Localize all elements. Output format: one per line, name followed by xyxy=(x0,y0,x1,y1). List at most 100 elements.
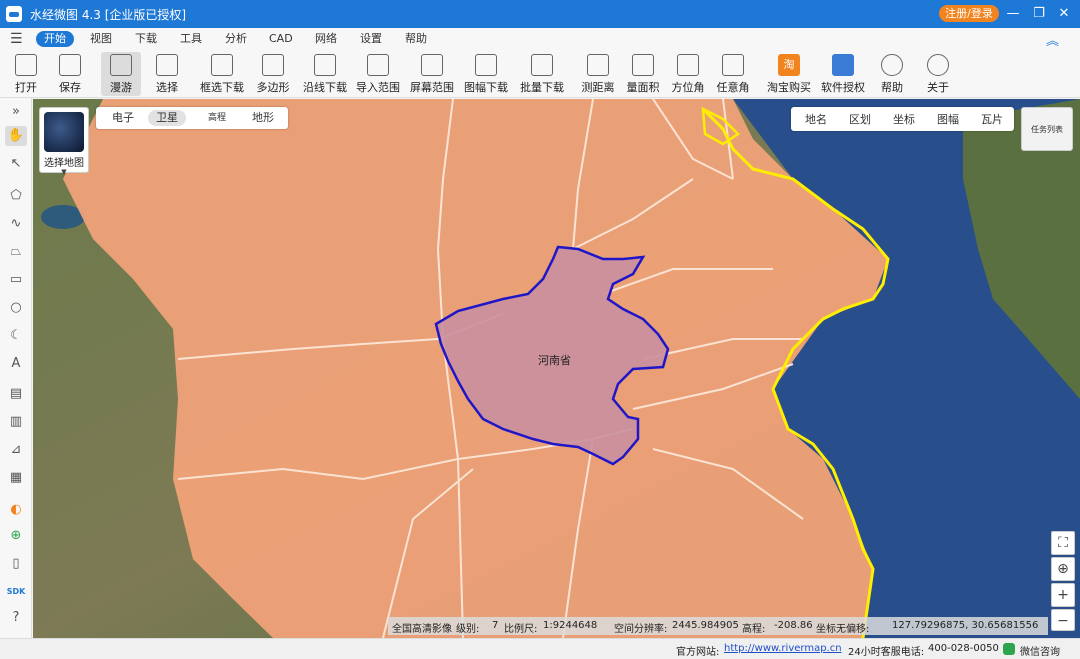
layer-coordinates[interactable]: 坐标 xyxy=(893,111,915,127)
menu-settings[interactable]: 设置 xyxy=(352,31,390,47)
chevron-down-icon: ▼ xyxy=(61,168,67,176)
rectangle-icon[interactable]: ▭ xyxy=(5,270,27,290)
locate-icon[interactable]: ⊕ xyxy=(1051,557,1075,581)
site-label: 官方网站: xyxy=(676,647,720,658)
box-download-button[interactable]: 框选下载 xyxy=(198,52,246,96)
measure-distance-button[interactable]: 测距离 xyxy=(578,52,618,96)
map-type-elevation[interactable]: 高程 xyxy=(200,110,234,126)
menu-download[interactable]: 下载 xyxy=(127,31,165,47)
menu-network[interactable]: 网络 xyxy=(307,31,345,47)
minimize-icon[interactable]: — xyxy=(1003,4,1023,24)
hand-icon[interactable]: ✋ xyxy=(5,126,27,146)
trapezoid-icon[interactable]: ⏢ xyxy=(5,242,27,262)
import-icon xyxy=(367,54,389,76)
license-button[interactable]: 软件授权 xyxy=(820,52,866,96)
polyline-draw-icon[interactable]: ∿ xyxy=(5,214,27,234)
phone-number: 400-028-0050 xyxy=(928,643,999,654)
menu-analysis[interactable]: 分析 xyxy=(217,31,255,47)
ruler-icon[interactable]: ▤ xyxy=(5,384,27,404)
task-list-button[interactable]: 任务列表 xyxy=(1021,107,1073,151)
circle-icon[interactable]: ○ xyxy=(5,298,27,318)
menu-bar: ☰ 开始 视图 下载 工具 分析 CAD 网络 设置 帮助 ︽ xyxy=(0,28,1080,50)
map-type-electronic[interactable]: 电子 xyxy=(104,110,142,126)
close-icon[interactable]: ✕ xyxy=(1054,4,1074,24)
select-button[interactable]: 选择 xyxy=(150,52,184,96)
sdk-icon[interactable]: SDK xyxy=(5,582,27,602)
hamburger-menu-icon[interactable]: ☰ xyxy=(10,31,23,47)
angle-icon[interactable]: ⊿ xyxy=(5,440,27,460)
azimuth-button[interactable]: 方位角 xyxy=(670,52,706,96)
menu-view[interactable]: 视图 xyxy=(82,31,120,47)
polyline-icon xyxy=(314,54,336,76)
resolution-value: 2445.984905 xyxy=(672,620,739,631)
text-icon[interactable]: A xyxy=(5,354,27,374)
screen-range-button[interactable]: 屏幕范围 xyxy=(408,52,456,96)
menu-tools[interactable]: 工具 xyxy=(172,31,210,47)
pan-button[interactable]: 漫游 xyxy=(101,52,141,96)
ribbon-toolbar: 打开 保存 漫游 选择 框选下载 多边形 沿线下载 导入范围 屏幕范围 图幅下载… xyxy=(0,50,1080,98)
hand-icon xyxy=(110,54,132,76)
area-icon xyxy=(632,54,654,76)
phone-icon[interactable]: ▯ xyxy=(5,554,27,574)
help-button[interactable]: 帮助 xyxy=(878,52,906,96)
login-button[interactable]: 注册/登录 xyxy=(939,5,999,22)
color-wheel-icon[interactable]: ◐ xyxy=(5,500,27,520)
elevation-value: -208.86 xyxy=(774,620,813,631)
import-range-button[interactable]: 导入范围 xyxy=(354,52,402,96)
level-value: 7 xyxy=(492,620,499,631)
app-logo-icon xyxy=(6,6,22,22)
green-circle-icon[interactable]: ⊕ xyxy=(5,526,27,546)
wechat-icon xyxy=(1003,643,1015,655)
layer-divisions[interactable]: 区划 xyxy=(849,111,871,127)
info-icon xyxy=(927,54,949,76)
layer-sheets[interactable]: 图幅 xyxy=(937,111,959,127)
fullscreen-icon[interactable]: ⛶ xyxy=(1051,531,1075,555)
map-status-bar: 全国高清影像 级别: 7 比例尺: 1:9244648 空间分辨率: 2445.… xyxy=(388,617,1048,635)
window-title: 水经微图 4.3 [企业版已授权] xyxy=(30,7,187,22)
menu-start[interactable]: 开始 xyxy=(36,31,74,47)
title-bar: 水经微图 4.3 [企业版已授权] 注册/登录 — ❐ ✕ xyxy=(0,0,1080,28)
layer-place-names[interactable]: 地名 xyxy=(805,111,827,127)
azimuth-icon xyxy=(677,54,699,76)
crescent-icon[interactable]: ☾ xyxy=(5,326,27,346)
sheet-download-button[interactable]: 图幅下载 xyxy=(462,52,510,96)
level-label: 级别: xyxy=(456,624,480,635)
measure-area-button[interactable]: 量面积 xyxy=(625,52,661,96)
line-download-button[interactable]: 沿线下载 xyxy=(301,52,349,96)
monitor-icon xyxy=(421,54,443,76)
map-source-selector[interactable]: 选择地图 ▼ xyxy=(39,107,89,176)
polygon-button[interactable]: 多边形 xyxy=(254,52,292,96)
save-button[interactable]: 保存 xyxy=(52,52,88,96)
menu-help[interactable]: 帮助 xyxy=(397,31,435,47)
open-button[interactable]: 打开 xyxy=(8,52,44,96)
cursor-icon[interactable]: ↖ xyxy=(5,154,27,174)
batch-download-button[interactable]: 批量下载 xyxy=(518,52,566,96)
about-button[interactable]: 关于 xyxy=(924,52,952,96)
globe-icon xyxy=(44,112,84,152)
left-sidebar: » ✋ ↖ ⬠ ∿ ⏢ ▭ ○ ☾ A ▤ ▥ ⊿ ▦ ◐ ⊕ ▯ SDK ? xyxy=(0,98,32,638)
folder-icon xyxy=(15,54,37,76)
lock-icon xyxy=(832,54,854,76)
zoom-out-button[interactable]: − xyxy=(1051,609,1075,631)
taobao-buy-button[interactable]: 淘淘宝购买 xyxy=(766,52,812,96)
map-canvas[interactable] xyxy=(33,99,1080,638)
collapse-ribbon-icon[interactable]: ︽ xyxy=(1046,30,1059,49)
wechat-consult-button[interactable]: 微信咨询 xyxy=(1020,643,1060,658)
restore-icon[interactable]: ❐ xyxy=(1029,4,1049,24)
area-icon[interactable]: ▥ xyxy=(5,412,27,432)
map-type-terrain[interactable]: 地形 xyxy=(244,110,282,126)
polygon-draw-icon[interactable]: ⬠ xyxy=(5,186,27,206)
menu-cad[interactable]: CAD xyxy=(261,31,301,47)
polygon-icon xyxy=(262,54,284,76)
cursor-icon xyxy=(156,54,178,76)
layer-tiles[interactable]: 瓦片 xyxy=(981,111,1003,127)
resolution-label: 空间分辨率: xyxy=(614,624,668,635)
map-source-label: 选择地图 xyxy=(44,158,84,169)
official-site-link[interactable]: http://www.rivermap.cn xyxy=(724,643,842,654)
expand-sidebar-icon[interactable]: » xyxy=(5,102,27,122)
help-icon[interactable]: ? xyxy=(5,608,27,628)
zoom-in-button[interactable]: + xyxy=(1051,583,1075,607)
any-angle-button[interactable]: 任意角 xyxy=(715,52,751,96)
layers-icon[interactable]: ▦ xyxy=(5,468,27,488)
map-type-satellite[interactable]: 卫星 xyxy=(148,110,186,126)
